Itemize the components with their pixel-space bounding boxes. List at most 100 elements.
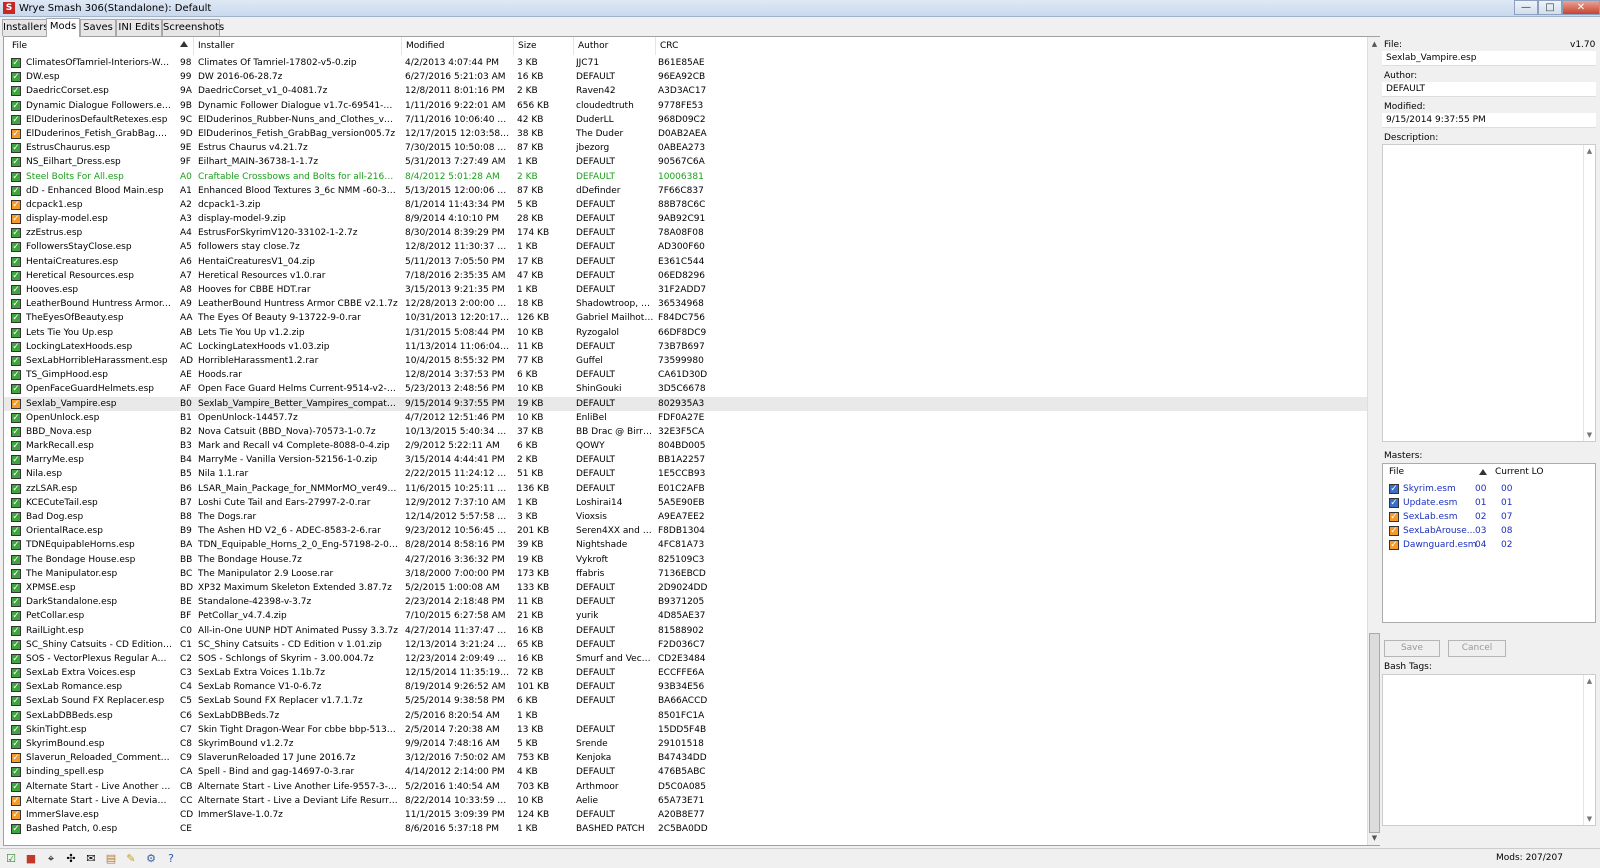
mod-checkbox[interactable]: ✓	[11, 299, 21, 310]
mod-checkbox[interactable]: ✓	[11, 58, 21, 68]
column-installer[interactable]: Installer	[194, 37, 402, 55]
mod-checkbox[interactable]: ✓	[11, 540, 21, 551]
table-row[interactable]: ✓ binding_spell.esp CA Spell - Bind and gag…	[4, 765, 1367, 779]
mod-checkbox[interactable]: ✓	[11, 497, 21, 508]
table-row[interactable]: ✓ dcpack1.esp A2 dcpack1-3.zip 8/1/2014 11:4…	[4, 198, 1367, 212]
master-row[interactable]: ✓ Dawnguard.esm 04 02	[1383, 538, 1595, 552]
table-row[interactable]: ✓ dD - Enhanced Blood Main.esp A1 Enhanced …	[4, 184, 1367, 198]
scroll-down-icon[interactable]: ▼	[1584, 815, 1595, 823]
mod-checkbox[interactable]: ✓	[11, 114, 21, 125]
bash-tags-scrollbar[interactable]: ▲ ▼	[1583, 675, 1595, 825]
mod-checkbox[interactable]: ✓	[11, 710, 21, 721]
table-row[interactable]: ✓ Sexlab_Vampire.esp B0 Sexlab_Vampire_Bett…	[4, 396, 1367, 411]
help-icon[interactable]: ?	[164, 852, 178, 866]
mod-checkbox[interactable]: ✓	[11, 724, 21, 735]
table-row[interactable]: ✓ Nila.esp B5 Nila 1.1.rar 2/22/2015 11:24:1…	[4, 467, 1367, 481]
mod-checkbox[interactable]: ✓	[11, 455, 21, 466]
master-row[interactable]: ✓ Update.esm 01 01	[1383, 496, 1595, 510]
table-row[interactable]: ✓ SexLab Romance.esp C4 SexLab Romance V1-0…	[4, 680, 1367, 694]
mod-checkbox[interactable]: ✓	[11, 412, 21, 423]
table-row[interactable]: ✓ MarryMe.esp B4 MarryMe - Vanilla Version-…	[4, 453, 1367, 467]
master-row[interactable]: ✓ SexLabArouse... 03 08	[1383, 524, 1595, 538]
table-row[interactable]: ✓ LockingLatexHoods.esp AC LockingLatexHood…	[4, 340, 1367, 354]
mod-checkbox[interactable]: ✓	[11, 370, 21, 381]
mod-checkbox[interactable]: ✓	[11, 426, 21, 437]
table-row[interactable]: ✓ DaedricCorset.esp 9A DaedricCorset_v1_0-4…	[4, 84, 1367, 98]
table-row[interactable]: ✓ DW.esp 99 DW 2016-06-28.7z 6/27/2016 5:21:…	[4, 70, 1367, 84]
mod-checkbox[interactable]: ✓	[11, 398, 21, 409]
close-button[interactable]: ✕	[1562, 0, 1600, 15]
master-row[interactable]: ✓ Skyrim.esm 00 00	[1383, 482, 1595, 496]
mod-checkbox[interactable]: ✓	[11, 526, 21, 537]
description-scrollbar[interactable]: ▲ ▼	[1583, 145, 1595, 441]
file-field[interactable]: Sexlab_Vampire.esp	[1382, 51, 1596, 66]
table-row[interactable]: ✓ KCECuteTail.esp B7 Loshi Cute Tail and Ea…	[4, 496, 1367, 510]
maximize-button[interactable]: □	[1538, 0, 1562, 15]
mod-checkbox[interactable]: ✓	[11, 781, 21, 792]
mod-checkbox[interactable]: ✓	[11, 228, 21, 239]
table-row[interactable]: ✓ MarkRecall.esp B3 Mark and Recall v4 Comp…	[4, 439, 1367, 453]
mod-checkbox[interactable]: ✓	[11, 682, 21, 693]
mod-checkbox[interactable]: ✓	[11, 384, 21, 395]
mod-checkbox[interactable]: ✓	[11, 795, 21, 806]
mod-checkbox[interactable]: ✓	[11, 767, 21, 778]
table-row[interactable]: ✓ TS_GimpHood.esp AE Hoods.rar 12/8/2014 3:3…	[4, 368, 1367, 382]
table-row[interactable]: ✓ zzLSAR.esp B6 LSAR_Main_Package_for_NMMor…	[4, 482, 1367, 496]
tab-installers[interactable]: Installers	[2, 19, 49, 36]
scroll-up-icon[interactable]: ▲	[1584, 677, 1595, 685]
master-checkbox[interactable]: ✓	[1389, 526, 1399, 536]
table-row[interactable]: ✓ Alternate Start - Live A Deviant Lif...…	[4, 794, 1367, 808]
mod-checkbox[interactable]: ✓	[11, 313, 21, 324]
table-row[interactable]: ✓ Steel Bolts For All.esp A0 Craftable Cros…	[4, 170, 1367, 184]
table-row[interactable]: ✓ Alternate Start - Live Another Life... C…	[4, 780, 1367, 794]
table-row[interactable]: ✓ SexLab Sound FX Replacer.esp C5 SexLab So…	[4, 694, 1367, 708]
master-checkbox[interactable]: ✓	[1389, 498, 1399, 508]
table-row[interactable]: ✓ ElDuderinosDefaultRetexes.esp 9C ElDuderi…	[4, 113, 1367, 127]
table-row[interactable]: ✓ ClimatesOfTamriel-Interiors-Warm... 98 Cl…	[4, 56, 1367, 70]
masters-column-file[interactable]: File	[1389, 465, 1404, 480]
table-row[interactable]: ✓ TDNEquipableHorns.esp BA TDN_Equipable_Ho…	[4, 538, 1367, 552]
table-row[interactable]: ✓ EstrusChaurus.esp 9E Estrus Chaurus v4.21…	[4, 141, 1367, 155]
mod-checkbox[interactable]: ✓	[11, 157, 21, 168]
arrows-icon[interactable]: ✣	[64, 852, 78, 866]
mod-checkbox[interactable]: ✓	[11, 270, 21, 281]
cancel-button[interactable]: Cancel	[1448, 640, 1506, 657]
table-row[interactable]: ✓ SexLabHorribleHarassment.esp AD HorribleH…	[4, 354, 1367, 368]
table-row[interactable]: ✓ ImmerSlave.esp CD ImmerSlave-1.0.7z 11/1/2…	[4, 808, 1367, 822]
mod-checkbox[interactable]: ✓	[11, 625, 21, 636]
table-row[interactable]: ✓ SkyrimBound.esp C8 SkyrimBound v1.2.7z 9/9…	[4, 737, 1367, 751]
table-row[interactable]: ✓ SexLabDBBeds.esp C6 SexLabDBBeds.7z 2/5/20…	[4, 709, 1367, 723]
table-row[interactable]: ✓ OpenFaceGuardHelmets.esp AF Open Face Gua…	[4, 382, 1367, 396]
mod-checkbox[interactable]: ✓	[11, 824, 21, 835]
mod-checkbox[interactable]: ✓	[11, 639, 21, 650]
table-row[interactable]: ✓ Dynamic Dialogue Followers.esp 9B Dynamic…	[4, 99, 1367, 113]
table-row[interactable]: ✓ BBD_Nova.esp B2 Nova Catsuit (BBD_Nova)-7…	[4, 425, 1367, 439]
mod-checkbox[interactable]: ✓	[11, 285, 21, 295]
mod-checkbox[interactable]: ✓	[11, 171, 21, 182]
table-row[interactable]: ✓ DarkStandalone.esp BE Standalone-42398-v-…	[4, 595, 1367, 609]
mod-checkbox[interactable]: ✓	[11, 86, 21, 97]
table-row[interactable]: ✓ Lets Tie You Up.esp AB Lets Tie You Up v1…	[4, 326, 1367, 340]
mod-checkbox[interactable]: ✓	[11, 327, 21, 338]
bash-tags-field[interactable]: ▲ ▼	[1382, 674, 1596, 826]
mail-icon[interactable]: ✉	[84, 852, 98, 866]
mod-checkbox[interactable]: ✓	[11, 753, 21, 764]
table-row[interactable]: ✓ HentaiCreatures.esp A6 HentaiCreaturesV1_…	[4, 255, 1367, 269]
scroll-up-icon[interactable]: ▲	[1369, 39, 1380, 49]
table-row[interactable]: ✓ zzEstrus.esp A4 EstrusForSkyrimV120-33102…	[4, 226, 1367, 240]
table-row[interactable]: ✓ SOS - VectorPlexus Regular Addon... C2 SO…	[4, 652, 1367, 666]
check-all-icon[interactable]: ☑	[4, 852, 18, 866]
column-size[interactable]: Size	[514, 37, 574, 55]
mod-checkbox[interactable]: ✓	[11, 355, 21, 366]
table-row[interactable]: ✓ Bad Dog.esp B8 The Dogs.rar 12/14/2012 5:5…	[4, 510, 1367, 524]
tab-ini-edits[interactable]: INI Edits	[116, 19, 162, 36]
table-row[interactable]: ✓ Slaverun_Reloaded_Comments.esp C9 Slaveru…	[4, 751, 1367, 765]
save-button[interactable]: Save	[1384, 640, 1440, 657]
mod-checkbox[interactable]: ✓	[11, 568, 21, 579]
table-row[interactable]: ✓ SexLab Extra Voices.esp C3 SexLab Extra V…	[4, 666, 1367, 680]
table-row[interactable]: ✓ ElDuderinos_Fetish_GrabBag.esp 9D ElDuder…	[4, 127, 1367, 141]
table-row[interactable]: ✓ Hooves.esp A8 Hooves for CBBE HDT.rar 3/15…	[4, 283, 1367, 297]
mod-checkbox[interactable]: ✓	[11, 597, 21, 608]
scroll-down-icon[interactable]: ▼	[1584, 431, 1595, 439]
tab-saves[interactable]: Saves	[80, 19, 116, 36]
